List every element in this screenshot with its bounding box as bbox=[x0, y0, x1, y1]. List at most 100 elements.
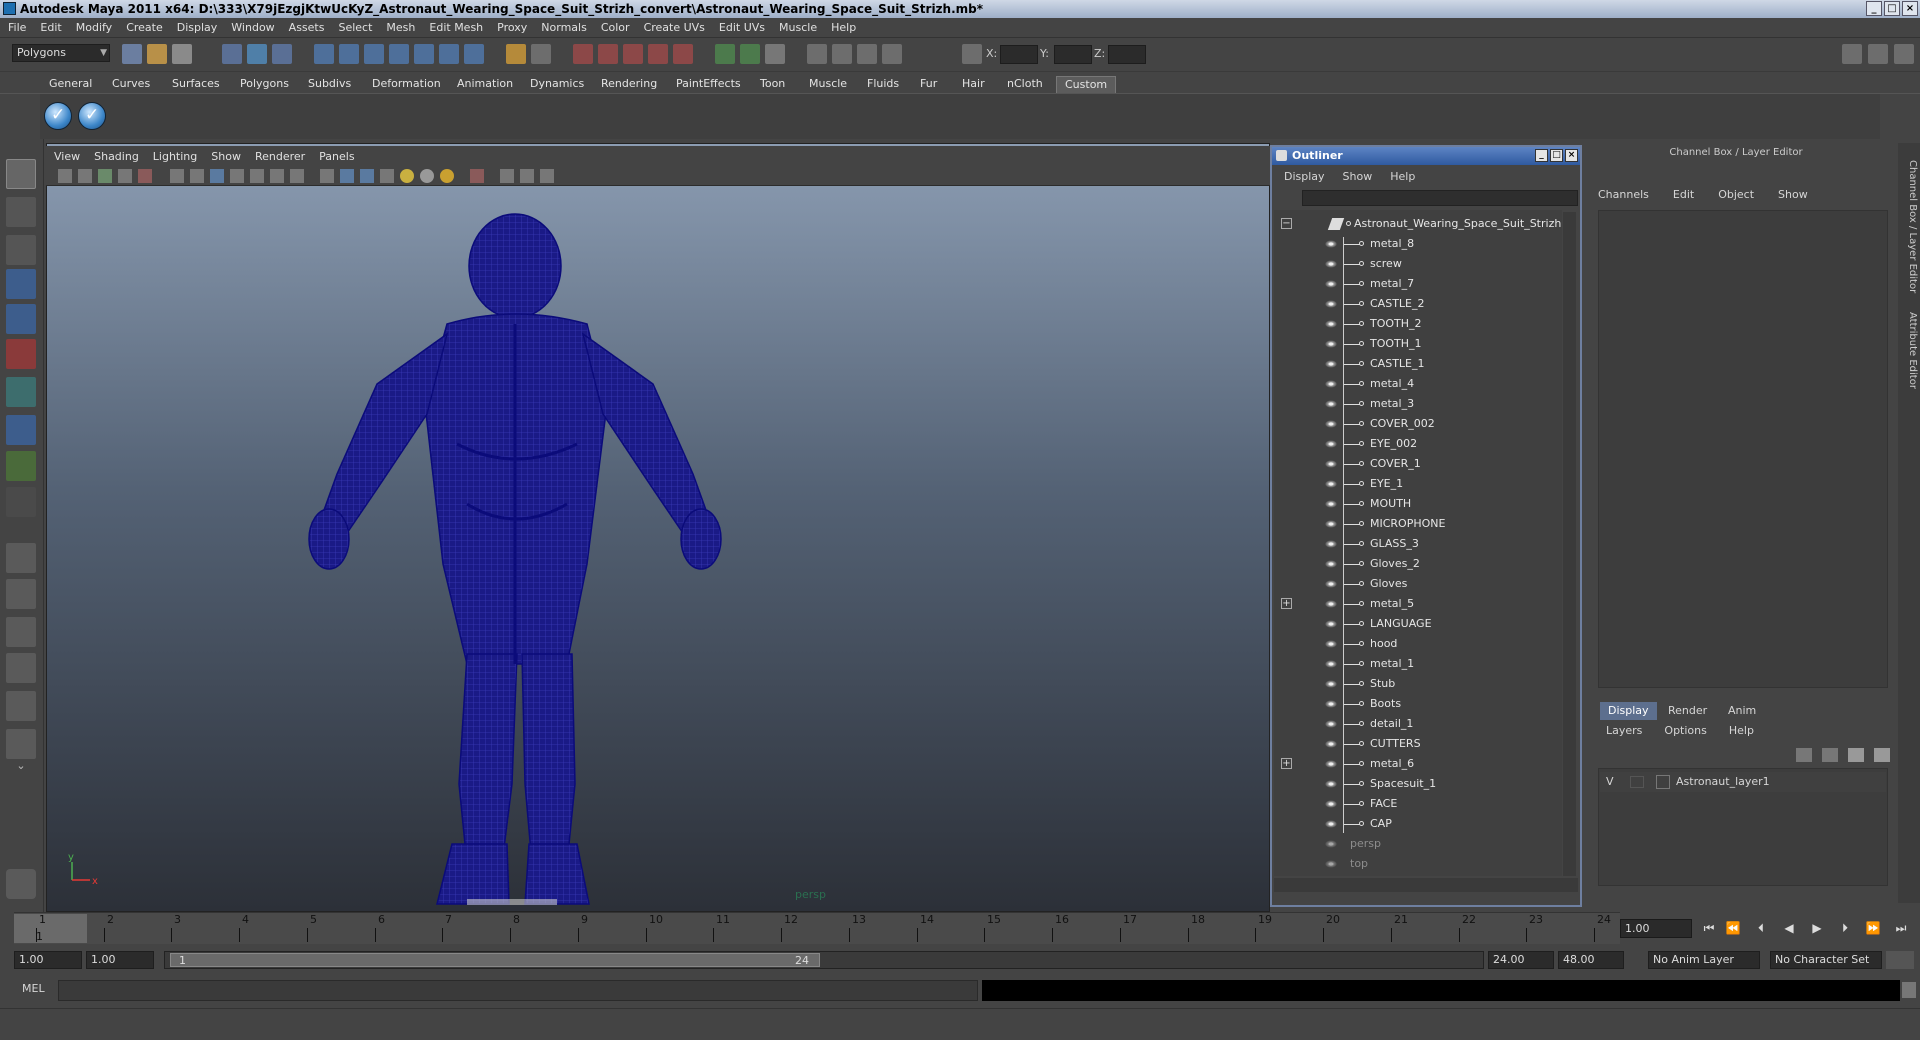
menu-color[interactable]: Color bbox=[601, 21, 630, 34]
shelf-tab-painteffects[interactable]: PaintEffects bbox=[676, 77, 741, 94]
outliner-item[interactable]: MICROPHONE bbox=[1274, 514, 1562, 534]
textured-icon[interactable] bbox=[380, 169, 394, 183]
render-view-icon[interactable] bbox=[673, 44, 693, 64]
menu-window[interactable]: Window bbox=[231, 21, 274, 34]
toggle-hud-icon[interactable] bbox=[857, 44, 877, 64]
lasso-tool-icon[interactable] bbox=[6, 197, 36, 227]
custom-check-icon-1[interactable] bbox=[44, 102, 72, 130]
outliner-filter-input[interactable] bbox=[1302, 190, 1578, 206]
chevron-down-icon[interactable]: ⌄ bbox=[6, 759, 36, 789]
shelf-tab-muscle[interactable]: Muscle bbox=[809, 77, 847, 94]
step-back-frame-icon[interactable]: ⏴ bbox=[1752, 921, 1770, 937]
step-forward-frame-icon[interactable]: ⏵ bbox=[1836, 921, 1854, 937]
show-tool-settings-icon[interactable] bbox=[740, 44, 760, 64]
y-field[interactable] bbox=[1054, 45, 1092, 64]
outliner-item[interactable]: TOOTH_2 bbox=[1274, 314, 1562, 334]
grease-pencil-icon[interactable] bbox=[138, 169, 152, 183]
channel-box-menu-object[interactable]: Object bbox=[1710, 188, 1754, 206]
character-set-selector[interactable]: No Character Set bbox=[1770, 951, 1882, 969]
last-tool-icon[interactable] bbox=[6, 487, 36, 517]
menu-muscle[interactable]: Muscle bbox=[779, 21, 817, 34]
menu-display[interactable]: Display bbox=[177, 21, 218, 34]
animation-end-field[interactable]: 48.00 bbox=[1558, 951, 1624, 969]
menu-modify[interactable]: Modify bbox=[76, 21, 112, 34]
viewport-menu-panels[interactable]: Panels bbox=[319, 150, 354, 163]
expand-icon[interactable]: + bbox=[1281, 758, 1292, 769]
viewport-menu-view[interactable]: View bbox=[54, 150, 80, 163]
layer-menu-layers[interactable]: Layers bbox=[1600, 724, 1642, 742]
step-forward-key-icon[interactable]: ⏩ bbox=[1864, 921, 1882, 937]
outliner-camera-item[interactable]: persp bbox=[1274, 834, 1562, 854]
outliner-item[interactable]: detail_1 bbox=[1274, 714, 1562, 734]
channel-box-toggle-icon[interactable] bbox=[1842, 44, 1862, 64]
playback-start-field[interactable]: 1.00 bbox=[86, 951, 154, 969]
outliner-item[interactable]: TOOTH_1 bbox=[1274, 334, 1562, 354]
history-icon[interactable] bbox=[439, 44, 459, 64]
tool-settings-toggle-icon[interactable] bbox=[1894, 44, 1914, 64]
select-by-component-icon[interactable] bbox=[272, 44, 292, 64]
outliner-minimize-button[interactable]: _ bbox=[1535, 149, 1548, 162]
select-by-object-icon[interactable] bbox=[247, 44, 267, 64]
paint-select-tool-icon[interactable] bbox=[6, 235, 36, 265]
layer-visibility-toggle[interactable]: V bbox=[1606, 772, 1614, 792]
shelf-tab-polygons[interactable]: Polygons bbox=[240, 77, 289, 94]
outliner-item[interactable]: Spacesuit_1 bbox=[1274, 774, 1562, 794]
shelf-tab-curves[interactable]: Curves bbox=[112, 77, 150, 94]
script-editor-icon[interactable] bbox=[6, 869, 36, 899]
z-field[interactable] bbox=[1108, 45, 1146, 64]
viewport-menu-show[interactable]: Show bbox=[211, 150, 241, 163]
channel-box-menu-show[interactable]: Show bbox=[1770, 188, 1808, 206]
outliner-item[interactable]: CUTTERS bbox=[1274, 734, 1562, 754]
save-scene-icon[interactable] bbox=[172, 44, 192, 64]
outliner-item[interactable]: + metal_5 bbox=[1274, 594, 1562, 614]
outliner-item[interactable]: GLASS_3 bbox=[1274, 534, 1562, 554]
grid-toggle-icon[interactable] bbox=[170, 169, 184, 183]
outliner-menu-show[interactable]: Show bbox=[1343, 170, 1373, 183]
maximize-button[interactable]: □ bbox=[1884, 1, 1900, 16]
playback-end-field[interactable]: 24.00 bbox=[1488, 951, 1554, 969]
outliner-menu-display[interactable]: Display bbox=[1284, 170, 1325, 183]
camera-icon[interactable] bbox=[807, 44, 827, 64]
ipr-render-icon[interactable] bbox=[598, 44, 618, 64]
xray-icon[interactable] bbox=[500, 169, 514, 183]
soft-mod-tool-icon[interactable] bbox=[6, 415, 36, 445]
layer-tab-anim[interactable]: Anim bbox=[1720, 702, 1764, 720]
outliner-camera-item[interactable]: top bbox=[1274, 854, 1562, 874]
viewport-menu-shading[interactable]: Shading bbox=[94, 150, 139, 163]
hypershade-persp-layout-icon[interactable] bbox=[6, 691, 36, 721]
scale-tool-icon[interactable] bbox=[6, 339, 36, 369]
shelf-tab-rendering[interactable]: Rendering bbox=[601, 77, 657, 94]
outliner-item[interactable]: Boots bbox=[1274, 694, 1562, 714]
outliner-item[interactable]: screw bbox=[1274, 254, 1562, 274]
shelf-tab-deformation[interactable]: Deformation bbox=[372, 77, 441, 94]
menu-create[interactable]: Create bbox=[126, 21, 163, 34]
layer-tab-render[interactable]: Render bbox=[1660, 702, 1715, 720]
viewport-menu-renderer[interactable]: Renderer bbox=[255, 150, 305, 163]
shelf-tab-hair[interactable]: Hair bbox=[962, 77, 985, 94]
minimize-button[interactable]: _ bbox=[1866, 1, 1882, 16]
outliner-item[interactable]: CAP bbox=[1274, 814, 1562, 834]
resolution-gate-icon[interactable] bbox=[210, 169, 224, 183]
step-back-key-icon[interactable]: ⏪ bbox=[1724, 921, 1742, 937]
universal-manipulator-icon[interactable] bbox=[6, 377, 36, 407]
outliner-item[interactable]: metal_8 bbox=[1274, 234, 1562, 254]
side-tab-channel-box[interactable]: Channel Box / Layer Editor bbox=[1900, 160, 1918, 293]
persp-outliner-layout-icon[interactable] bbox=[6, 617, 36, 647]
outliner-item[interactable]: CASTLE_2 bbox=[1274, 294, 1562, 314]
play-forwards-icon[interactable]: ▶ bbox=[1808, 921, 1826, 937]
persp-graph-outliner-layout-icon[interactable] bbox=[6, 729, 36, 759]
safe-action-icon[interactable] bbox=[270, 169, 284, 183]
script-editor-button-icon[interactable] bbox=[1902, 982, 1916, 998]
hypershade-icon[interactable] bbox=[648, 44, 668, 64]
outliner-item[interactable]: Gloves_2 bbox=[1274, 554, 1562, 574]
layer-menu-options[interactable]: Options bbox=[1658, 724, 1706, 742]
current-frame-field[interactable]: 1.00 bbox=[1620, 919, 1692, 938]
layer-name[interactable]: Astronaut_layer1 bbox=[1676, 772, 1770, 792]
lock-icon[interactable] bbox=[506, 44, 526, 64]
outliner-item[interactable]: EYE_1 bbox=[1274, 474, 1562, 494]
current-frame-marker[interactable]: 1 bbox=[14, 914, 87, 943]
outliner-menu-help[interactable]: Help bbox=[1390, 170, 1415, 183]
range-slider-handle[interactable]: 1 24 bbox=[170, 953, 820, 967]
rotate-tool-icon[interactable] bbox=[6, 304, 36, 334]
outliner-item[interactable]: LANGUAGE bbox=[1274, 614, 1562, 634]
